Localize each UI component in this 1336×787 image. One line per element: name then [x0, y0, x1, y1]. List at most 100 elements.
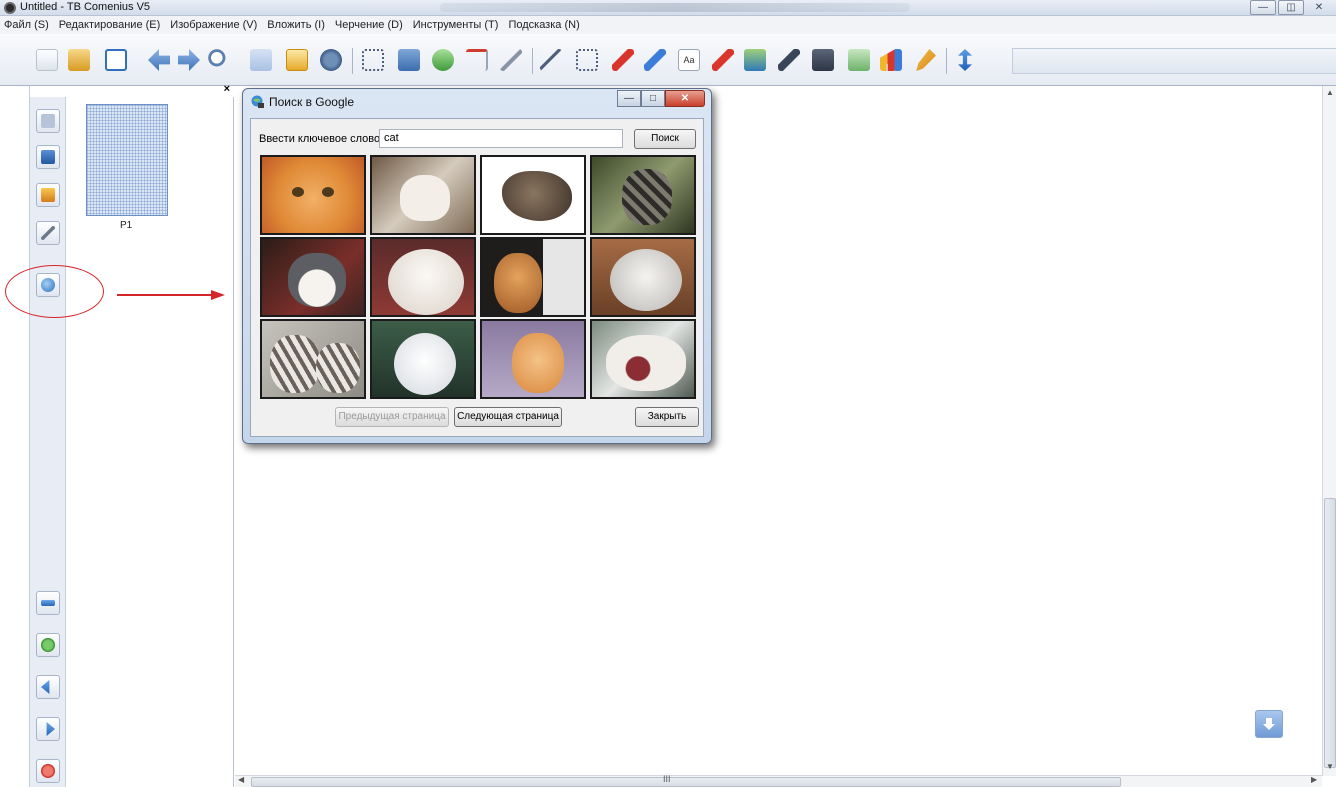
toolbar-separator: [532, 48, 533, 74]
result-image-9[interactable]: [260, 319, 366, 399]
result-image-7[interactable]: [480, 237, 586, 317]
copy-icon[interactable]: [250, 49, 272, 71]
new-file-icon[interactable]: [36, 49, 58, 71]
pages-button[interactable]: [36, 109, 60, 133]
undo-arrow-icon[interactable]: [148, 49, 170, 71]
pen-icon[interactable]: [540, 49, 562, 71]
result-image-5[interactable]: [260, 237, 366, 317]
horizontal-scrollbar[interactable]: ◀ III ▶: [235, 774, 1322, 787]
open-folder-icon[interactable]: [68, 49, 90, 71]
menu-insert[interactable]: Вложить (I): [267, 19, 325, 31]
globe-search-icon: [251, 95, 264, 108]
next-page-button[interactable]: [36, 717, 60, 741]
screen-capture-icon[interactable]: [398, 49, 420, 71]
link-icon: [41, 226, 55, 240]
previous-page-button[interactable]: Предыдущая страница: [335, 407, 449, 427]
blurred-taskbar-region: [440, 3, 910, 12]
delete-icon: [41, 764, 55, 778]
scroll-left-icon[interactable]: ◀: [238, 775, 244, 784]
add-icon: [41, 638, 55, 652]
restore-button[interactable]: ◫: [1278, 0, 1304, 15]
book-icon: [41, 150, 55, 164]
curtain-icon[interactable]: [466, 49, 488, 71]
scroll-down-icon[interactable]: ▼: [1326, 762, 1334, 771]
delete-circle-icon[interactable]: [320, 49, 342, 71]
result-image-2[interactable]: [370, 155, 476, 235]
prev-page-button[interactable]: [36, 675, 60, 699]
result-image-1[interactable]: [260, 155, 366, 235]
left-panel: × P1: [29, 83, 234, 787]
result-image-3[interactable]: [480, 155, 586, 235]
toolbar-separator: [352, 48, 353, 74]
text-icon[interactable]: Aa: [678, 49, 700, 71]
menu-image[interactable]: Изображение (V): [170, 19, 257, 31]
annotation-ellipse: [5, 265, 104, 318]
zoom-icon[interactable]: [208, 49, 230, 71]
result-image-6[interactable]: [370, 237, 476, 317]
vertical-scrollbar[interactable]: ▲ ▼: [1322, 86, 1336, 776]
vertical-scroll-thumb[interactable]: [1324, 498, 1336, 768]
minimize-button[interactable]: —: [1250, 0, 1276, 15]
resize-vertical-icon[interactable]: [958, 49, 972, 71]
hand-select-icon[interactable]: [576, 49, 598, 71]
page-thumbnail-label: P1: [120, 220, 133, 231]
close-button[interactable]: ✕: [1306, 0, 1332, 15]
menu-help[interactable]: Подсказка (N): [508, 19, 579, 31]
menu-edit[interactable]: Редактирование (E): [59, 19, 161, 31]
delete-page-button[interactable]: [36, 759, 60, 783]
search-button[interactable]: Поиск: [634, 129, 696, 149]
menu-file[interactable]: Файл (S): [4, 19, 49, 31]
brush-icon[interactable]: [500, 49, 522, 71]
scroll-right-icon[interactable]: ▶: [1311, 775, 1317, 784]
arrow-left-icon: [41, 680, 50, 694]
marker-icon[interactable]: [712, 49, 734, 71]
close-dialog-button[interactable]: Закрыть: [635, 407, 699, 427]
menu-bar: Файл (S) Редактирование (E) Изображение …: [0, 16, 1336, 34]
result-image-8[interactable]: [590, 237, 696, 317]
ruler-icon[interactable]: [644, 49, 666, 71]
tools-button[interactable]: [36, 183, 60, 207]
select-area-icon[interactable]: [362, 49, 384, 71]
keyword-input[interactable]: cat: [379, 129, 623, 148]
dialog-minimize-button[interactable]: —: [617, 90, 641, 107]
eraser-icon[interactable]: [778, 49, 800, 71]
save-icon[interactable]: [105, 49, 127, 71]
swap-button[interactable]: [36, 591, 60, 615]
toolbar: Aa: [0, 34, 1336, 86]
swap-arrows-icon: [41, 600, 55, 606]
wrench-icon[interactable]: [916, 49, 936, 71]
dialog-maximize-button[interactable]: □: [641, 90, 665, 107]
menu-draw[interactable]: Черчение (D): [335, 19, 403, 31]
result-image-4[interactable]: [590, 155, 696, 235]
next-page-button-dialog[interactable]: Следующая страница: [454, 407, 562, 427]
horizontal-scroll-thumb[interactable]: [251, 777, 1121, 787]
window-title: Untitled - TB Comenius V5: [20, 1, 151, 13]
menu-tools[interactable]: Инструменты (T): [413, 19, 499, 31]
panel-close-icon[interactable]: ×: [224, 83, 230, 95]
paste-icon[interactable]: [286, 49, 308, 71]
table-icon[interactable]: [848, 49, 870, 71]
annotation-arrow: [117, 290, 225, 300]
record-icon[interactable]: [432, 49, 454, 71]
highlighter-red-icon[interactable]: [612, 49, 634, 71]
result-image-11[interactable]: [480, 319, 586, 399]
image-insert-icon[interactable]: [744, 49, 766, 71]
camera-icon[interactable]: [812, 49, 834, 71]
arrow-right-icon: [46, 722, 55, 736]
panel-header: ×: [30, 83, 234, 97]
dialog-close-button[interactable]: ✕: [665, 90, 705, 107]
redo-arrow-icon[interactable]: [178, 49, 200, 71]
scroll-grip-icon: III: [663, 774, 671, 784]
page-thumbnail[interactable]: [86, 104, 168, 216]
result-image-12[interactable]: [590, 319, 696, 399]
dialog-window-controls: — □ ✕: [617, 90, 705, 107]
book-button[interactable]: [36, 145, 60, 169]
link-button[interactable]: [36, 221, 60, 245]
arrow-down-icon: [1263, 718, 1275, 730]
keyword-label: Ввести ключевое слово: [259, 133, 381, 145]
scroll-up-icon[interactable]: ▲: [1326, 88, 1334, 97]
page-down-button[interactable]: [1255, 710, 1283, 738]
chart-icon[interactable]: [880, 49, 902, 71]
result-image-10[interactable]: [370, 319, 476, 399]
add-page-button[interactable]: [36, 633, 60, 657]
